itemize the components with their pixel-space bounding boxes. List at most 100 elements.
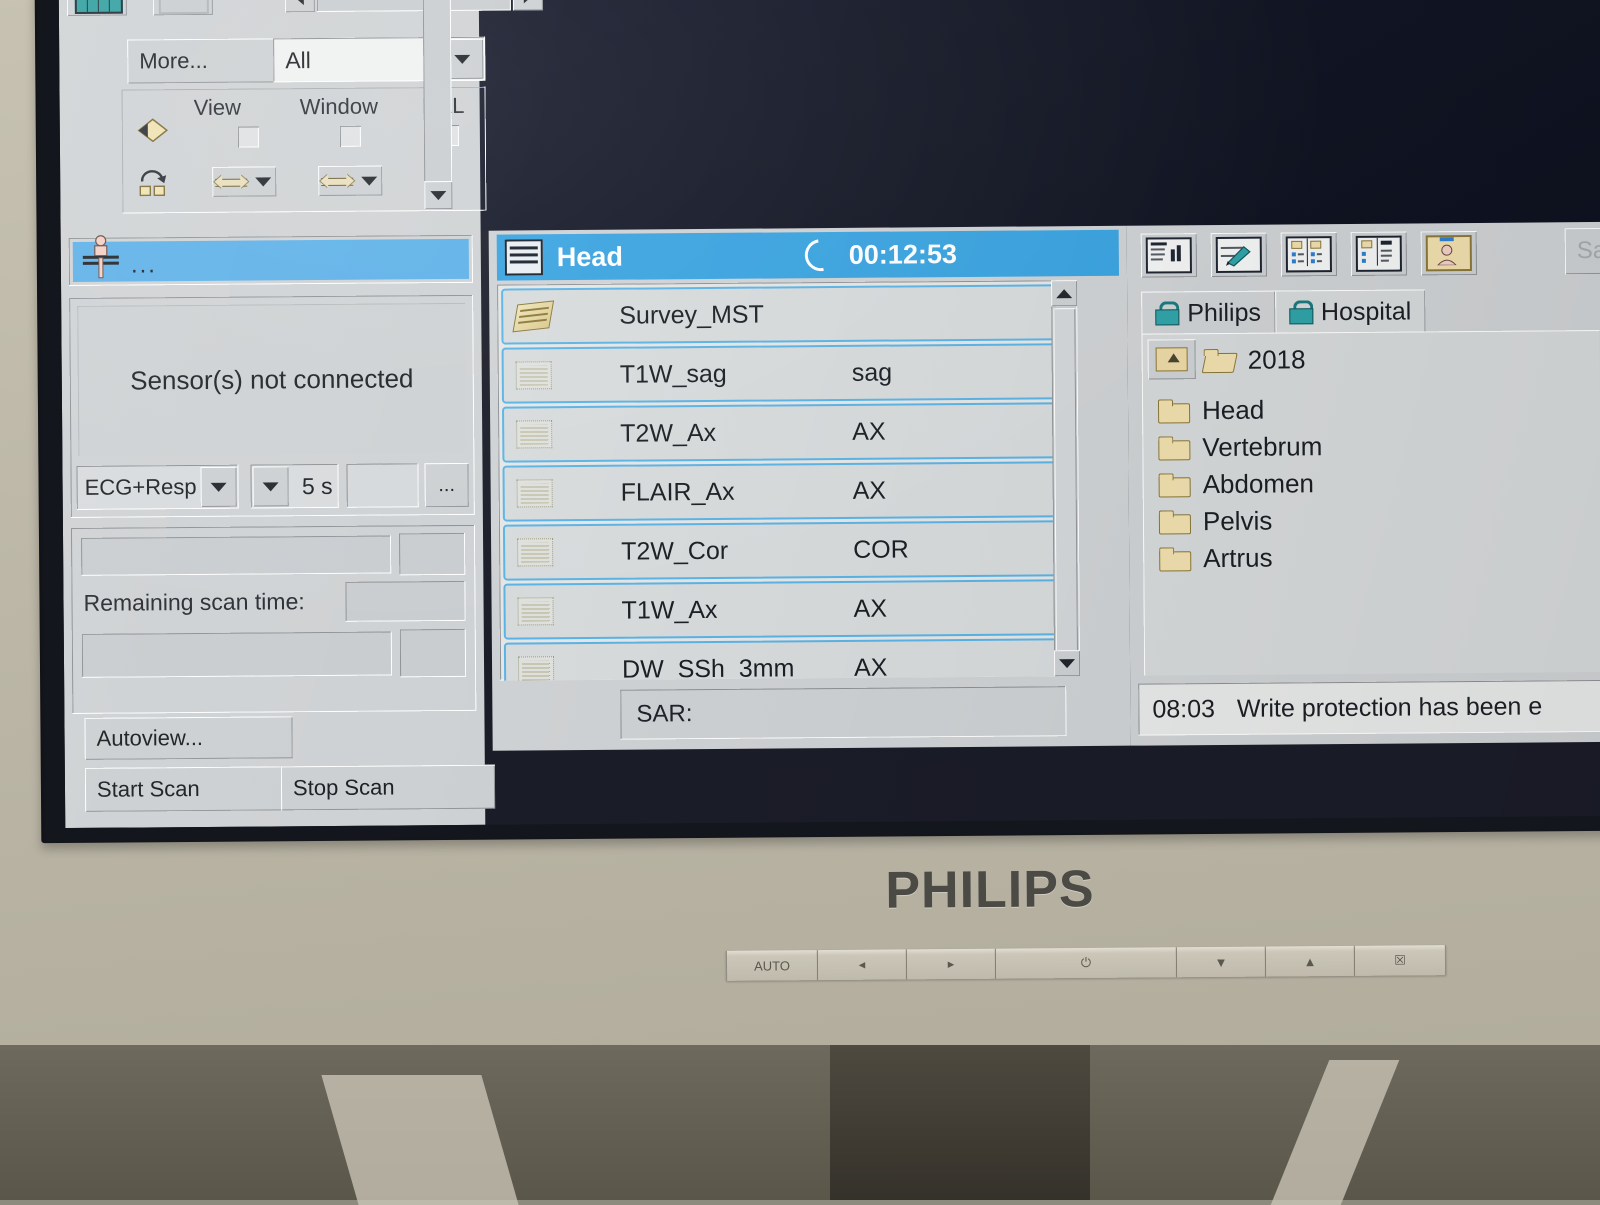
exam-timer-value: 00:12:53 [849,239,957,271]
list-item[interactable]: Head [1158,395,1264,427]
chevron-down-icon [1059,659,1075,668]
down-button[interactable]: ▼ [1177,947,1266,978]
scroll-track[interactable] [317,0,511,12]
table-row[interactable]: T1W_Ax AX [503,579,1067,639]
pending-scan-icon [518,656,554,680]
auto-button[interactable]: AUTO [726,950,818,981]
stop-scan-label: Stop Scan [293,774,395,801]
menu-button[interactable]: ☒ [1355,945,1446,976]
chevron-down-icon [255,177,271,186]
scan-name: T2W_Ax [620,418,716,448]
protocol-tree[interactable]: 2018 Head Vertebrum Abdomen Pelvis [1141,330,1600,676]
monitor-osd-buttons[interactable]: AUTO ◂ ▸ ⏻ ▼ ▲ ☒ [726,945,1446,981]
sensor-more-button[interactable]: ... [424,463,468,507]
left-pane-vertical-scrollbar[interactable] [423,0,453,209]
sensor-delay-value: 5 s [302,472,333,499]
start-scan-button[interactable]: Start Scan [85,766,293,812]
tab-hospital[interactable]: Hospital [1275,289,1426,334]
copy-protocol-button[interactable] [1281,232,1337,276]
sensor-signal-arrow[interactable] [200,467,236,507]
patient-folder-button[interactable] [1421,231,1477,275]
scroll-left-button[interactable] [285,0,315,12]
chevron-down-icon [361,176,377,185]
folder-icon [1159,473,1191,496]
left-button[interactable]: ◂ [818,949,907,980]
save-button-label: Sa [1577,237,1600,265]
monitor-stand [830,1040,1090,1200]
exam-scroll-thumb[interactable] [1053,308,1078,658]
table-row[interactable]: FLAIR_Ax AX [502,461,1066,521]
edit-protocol-button[interactable] [1211,233,1267,277]
rotate-layout-icon [136,167,170,197]
sensor-extra-field[interactable] [346,463,418,508]
table-row[interactable]: T1W_sag sag [502,343,1066,403]
sensor-delay-arrow[interactable] [252,466,288,506]
tab-philips[interactable]: Philips [1141,291,1275,336]
scan-name: T2W_Cor [621,536,728,566]
film-view-button[interactable] [153,0,213,15]
tab-hospital-label: Hospital [1321,297,1412,327]
filmstrip-icon [159,0,209,14]
chevron-down-icon [454,54,470,63]
scan-action-buttons: Autoview... Start Scan Stop Scan [72,715,477,826]
list-item[interactable]: Vertebrum [1158,431,1322,463]
patient-position-icon [79,234,123,280]
autoview-button[interactable]: Autoview... [84,716,292,760]
patient-folder-icon [1426,235,1472,271]
table-row[interactable]: Survey_MST [501,284,1065,344]
sensor-signal-value: ECG+Resp [77,474,201,501]
list-item[interactable]: Artrus [1159,543,1273,575]
save-button[interactable]: Sa [1565,227,1600,274]
exam-menu-icon[interactable] [505,239,543,275]
compare-protocol-button[interactable] [1351,232,1407,276]
power-button[interactable]: ⏻ [996,947,1177,978]
image-viewport[interactable] [479,0,1600,231]
tree-item-label: Abdomen [1203,468,1315,500]
pending-scan-icon [516,361,552,389]
left-horizontal-scrollbar[interactable] [285,0,543,14]
pending-scan-icon [517,479,553,507]
window-link-dropdown[interactable] [318,166,382,197]
scan-orientation: AX [853,594,887,623]
left-pane-scroll-down-button[interactable] [424,181,452,209]
patient-strip-selected[interactable]: ... [73,239,469,282]
filter-combo[interactable]: All [273,37,485,83]
protocol-toolbar [1141,231,1477,282]
autoview-label: Autoview... [97,725,204,752]
chevron-up-icon [1056,289,1072,298]
sensor-signal-combo[interactable]: ECG+Resp [76,465,238,510]
scan-orientation: AX [852,417,886,446]
sensor-controls-row: ECG+Resp 5 s ... [76,463,468,512]
view-checkbox[interactable] [238,127,259,148]
status-bar: 08:03 Write protection has been e [1138,679,1600,735]
exam-scroll-up-button[interactable] [1051,280,1077,306]
filter-combo-value: All [273,46,441,74]
more-button[interactable]: More... [127,38,281,83]
clock-icon [799,233,844,278]
exam-title-bar[interactable]: Head 00:12:53 [497,230,1119,281]
tree-up-button[interactable] [1148,339,1196,379]
list-item[interactable]: Abdomen [1159,468,1315,500]
table-row[interactable]: DW_SSh_3mm AX [504,638,1068,680]
scroll-right-button[interactable] [513,0,543,11]
table-row[interactable]: T2W_Ax AX [502,402,1066,462]
exam-scroll-down-button[interactable] [1054,650,1080,676]
stop-scan-button[interactable]: Stop Scan [281,765,495,811]
sensor-delay-combo[interactable]: 5 s [250,464,338,509]
patient-strip[interactable]: ... [69,235,473,286]
list-item[interactable]: Pelvis [1159,506,1273,538]
double-arrow-icon [215,173,247,191]
tree-root-node[interactable]: 2018 [1204,344,1306,376]
exam-list-scrollbar[interactable] [1051,280,1080,676]
sensor-status-text: Sensor(s) not connected [130,363,414,396]
exam-scan-list[interactable]: Survey_MST T1W_sag sag T2W_Ax AX FLAIR_A… [497,280,1072,680]
window-checkbox[interactable] [340,126,361,147]
scan-progress-field-1 [81,535,391,575]
right-button[interactable]: ▸ [907,949,996,980]
up-button[interactable]: ▲ [1266,946,1355,977]
exam-card-button[interactable] [1141,233,1197,277]
table-row[interactable]: T2W_Cor COR [503,520,1067,580]
layout-grid-button[interactable] [67,0,127,16]
chevron-down-icon [430,191,446,200]
view-link-dropdown[interactable] [212,166,276,197]
